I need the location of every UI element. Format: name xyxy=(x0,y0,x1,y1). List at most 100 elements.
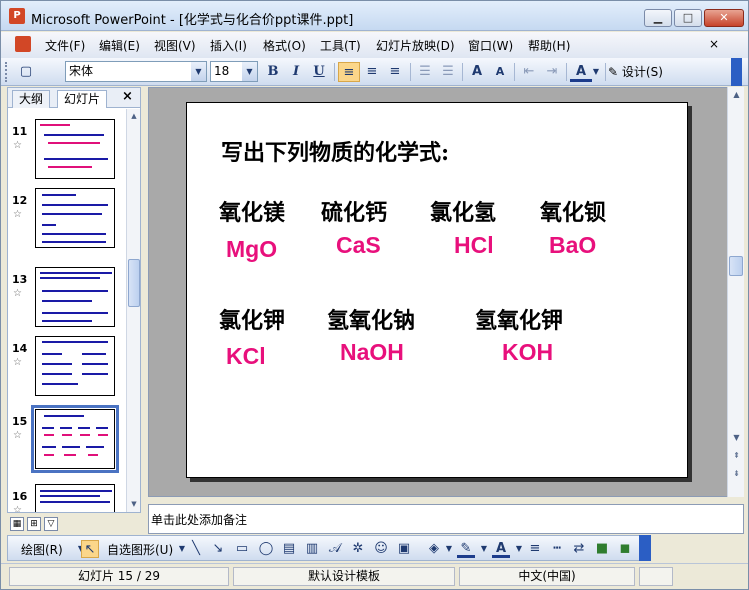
slide-scrollbar[interactable]: ▲ ▼ ⇞ ⇟ xyxy=(727,87,744,497)
document-icon[interactable] xyxy=(15,36,31,52)
compound-name[interactable]: 氢氧化钾 xyxy=(475,303,563,335)
tab-outline[interactable]: 大纲 xyxy=(12,90,51,108)
slide-thumbnail[interactable]: 13 ☆ xyxy=(8,267,126,337)
3d-icon[interactable]: ◼ xyxy=(616,540,634,558)
compound-name[interactable]: 氯化氢 xyxy=(430,195,496,227)
chevron-down-icon[interactable]: ▼ xyxy=(440,540,458,558)
chemical-formula[interactable]: BaO xyxy=(549,232,596,259)
menu-slideshow[interactable]: 幻灯片放映(D) xyxy=(376,37,455,54)
toolbar-separator xyxy=(514,63,515,81)
slide-thumbnail[interactable]: 12 ☆ xyxy=(8,188,126,258)
font-color-icon[interactable]: A xyxy=(492,540,510,558)
chevron-down-icon[interactable]: ▼ xyxy=(589,62,603,82)
scrollbar-thumb[interactable] xyxy=(128,259,140,307)
arrow-style-icon[interactable]: ⇄ xyxy=(570,540,588,558)
align-center-icon[interactable]: ≡ xyxy=(361,62,383,82)
pane-close-button[interactable]: × xyxy=(122,89,133,104)
chemical-formula[interactable]: MgO xyxy=(226,236,277,263)
normal-view-icon[interactable]: ▦ xyxy=(10,517,24,531)
chevron-down-icon[interactable]: ▼ xyxy=(475,540,493,558)
menu-help[interactable]: 帮助(H) xyxy=(528,37,570,54)
wordart-icon[interactable]: 𝒜 xyxy=(326,540,344,558)
increase-indent-icon[interactable]: ⇥ xyxy=(541,62,563,82)
close-button[interactable]: ✕ xyxy=(704,9,744,27)
numbered-list-icon[interactable]: ☰ xyxy=(414,62,436,82)
tab-slides[interactable]: 幻灯片 xyxy=(57,90,108,108)
align-right-icon[interactable]: ≡ xyxy=(384,62,406,82)
toolbar-grip[interactable] xyxy=(5,62,9,82)
rectangle-icon[interactable]: ▭ xyxy=(233,540,251,558)
line-icon[interactable]: ╲ xyxy=(187,540,205,558)
bullet-list-icon[interactable]: ☰ xyxy=(437,62,459,82)
slide-thumbnail[interactable]: 16 ☆ xyxy=(8,484,126,512)
clipart-icon[interactable]: ☺ xyxy=(372,540,390,558)
diagram-icon[interactable]: ✲ xyxy=(349,540,367,558)
vertical-textbox-icon[interactable]: ▥ xyxy=(303,540,321,558)
underline-button[interactable]: U xyxy=(308,62,330,82)
autoshapes-button[interactable]: 自选图形(U) xyxy=(107,541,173,558)
draw-menu-button[interactable]: 绘图(R) xyxy=(21,541,63,558)
font-size-combo[interactable]: 18 ▼ xyxy=(210,61,258,82)
compound-name[interactable]: 氧化钡 xyxy=(540,195,606,227)
previous-slide-icon[interactable]: ⇞ xyxy=(730,449,743,462)
dash-style-icon[interactable]: ┅ xyxy=(548,540,566,558)
chemical-formula[interactable]: KCl xyxy=(226,343,266,370)
decrease-indent-icon[interactable]: ⇤ xyxy=(518,62,540,82)
minimize-button[interactable]: ▁ xyxy=(644,9,672,27)
oval-icon[interactable]: ◯ xyxy=(257,540,275,558)
select-pointer-icon[interactable]: ↖ xyxy=(81,540,99,558)
shadow-icon[interactable]: ■ xyxy=(593,540,611,558)
close-document-button[interactable]: × xyxy=(709,37,719,51)
decrease-font-icon[interactable]: A xyxy=(489,62,511,82)
slide-thumbnail[interactable]: 14 ☆ xyxy=(8,336,126,406)
menu-tools[interactable]: 工具(T) xyxy=(320,37,361,54)
slide-thumbnail-selected[interactable]: 15 ☆ xyxy=(8,405,126,479)
new-document-icon[interactable]: ▢ xyxy=(15,62,37,82)
maximize-button[interactable]: □ xyxy=(674,9,702,27)
notes-pane[interactable]: 单击此处添加备注 xyxy=(148,504,744,534)
menu-file[interactable]: 文件(F) xyxy=(45,37,85,54)
design-button[interactable]: ✎ 设计(S) xyxy=(608,62,663,82)
scroll-up-icon[interactable]: ▲ xyxy=(128,110,140,122)
scroll-up-icon[interactable]: ▲ xyxy=(730,88,743,101)
align-left-icon[interactable]: ≡ xyxy=(338,62,360,82)
textbox-icon[interactable]: ▤ xyxy=(280,540,298,558)
compound-name[interactable]: 硫化钙 xyxy=(321,195,387,227)
next-slide-icon[interactable]: ⇟ xyxy=(730,467,743,480)
toolbar-options-icon[interactable] xyxy=(639,535,651,561)
line-color-icon[interactable]: ✎ xyxy=(457,540,475,558)
status-template[interactable]: 默认设计模板 xyxy=(233,567,455,586)
slide-sorter-icon[interactable]: ⊞ xyxy=(27,517,41,531)
italic-button[interactable]: I xyxy=(285,62,307,82)
increase-font-icon[interactable]: A xyxy=(466,62,488,82)
chevron-down-icon[interactable]: ▼ xyxy=(242,62,257,81)
menu-insert[interactable]: 插入(I) xyxy=(210,37,247,54)
slideshow-icon[interactable]: ▽ xyxy=(44,517,58,531)
compound-name[interactable]: 氯化钾 xyxy=(219,303,285,335)
picture-icon[interactable]: ▣ xyxy=(395,540,413,558)
menu-format[interactable]: 格式(O) xyxy=(263,37,306,54)
chemical-formula[interactable]: CaS xyxy=(336,232,381,259)
powerpoint-icon[interactable]: P xyxy=(9,8,25,24)
slide-canvas[interactable]: 写出下列物质的化学式: 氧化镁 硫化钙 氯化氢 氧化钡 MgO CaS HCl … xyxy=(186,102,688,478)
arrow-icon[interactable]: ↘ xyxy=(209,540,227,558)
font-name-combo[interactable]: 宋体 ▼ xyxy=(65,61,207,82)
chevron-down-icon[interactable]: ▼ xyxy=(191,62,206,81)
scroll-down-icon[interactable]: ▼ xyxy=(730,431,743,444)
menu-window[interactable]: 窗口(W) xyxy=(468,37,513,54)
scrollbar-thumb[interactable] xyxy=(729,256,743,276)
menu-view[interactable]: 视图(V) xyxy=(154,37,196,54)
compound-name[interactable]: 氧化镁 xyxy=(219,195,285,227)
scroll-down-icon[interactable]: ▼ xyxy=(128,498,140,510)
compound-name[interactable]: 氢氧化钠 xyxy=(327,303,415,335)
chemical-formula[interactable]: NaOH xyxy=(340,339,404,366)
menu-edit[interactable]: 编辑(E) xyxy=(99,37,140,54)
line-style-icon[interactable]: ≡ xyxy=(526,540,544,558)
chemical-formula[interactable]: HCl xyxy=(454,232,494,259)
bold-button[interactable]: B xyxy=(262,62,284,82)
slide-thumbnail[interactable]: 11 ☆ xyxy=(8,119,126,189)
slide-heading[interactable]: 写出下列物质的化学式: xyxy=(221,135,449,167)
chemical-formula[interactable]: KOH xyxy=(502,339,553,366)
thumbnail-scrollbar[interactable]: ▲ ▼ xyxy=(126,109,140,512)
toolbar-options-icon[interactable] xyxy=(731,58,742,86)
